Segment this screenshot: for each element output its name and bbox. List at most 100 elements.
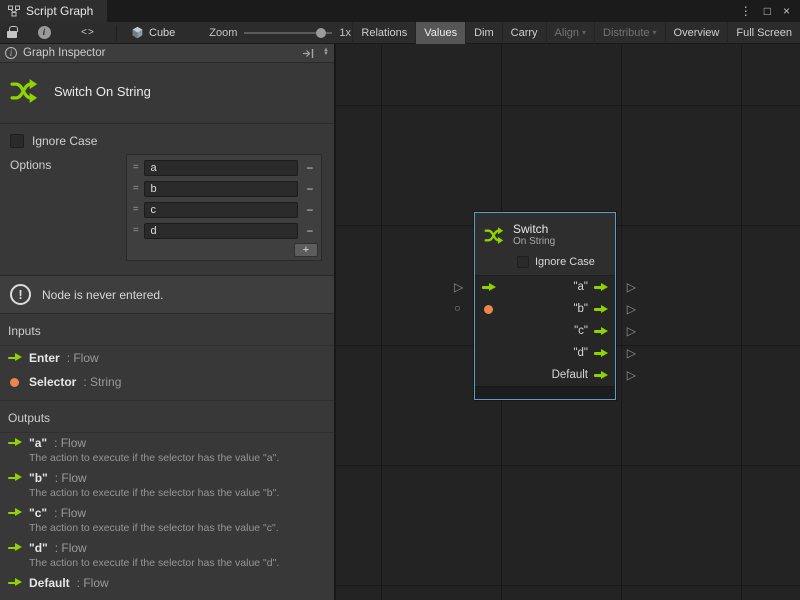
value-input-port-icon[interactable]: ○ — [454, 304, 461, 315]
flow-output-port-icon[interactable]: ▷ — [627, 325, 636, 337]
flow-output-port-icon[interactable]: ▷ — [627, 369, 636, 381]
flow-arrow-icon — [8, 438, 22, 448]
ignore-case-checkbox[interactable] — [517, 256, 529, 268]
zoom-slider-handle[interactable] — [316, 28, 326, 38]
tab-label: Script Graph — [26, 4, 93, 18]
carry-button[interactable]: Carry — [502, 22, 546, 44]
graph-target-button[interactable]: Cube — [125, 26, 181, 39]
output-description: The action to execute if the selector ha… — [29, 452, 326, 464]
dim-button[interactable]: Dim — [465, 22, 502, 44]
remove-option-button[interactable]: − — [300, 224, 319, 238]
switch-on-string-node[interactable]: Switch On String Ignore Case ▷ "a" ▷ ○ "… — [474, 212, 616, 400]
remove-option-button[interactable]: − — [300, 203, 319, 217]
option-input[interactable] — [144, 160, 298, 176]
graph-canvas[interactable]: Switch On String Ignore Case ▷ "a" ▷ ○ "… — [336, 44, 800, 600]
options-list: = − = − = − = − — [126, 154, 322, 261]
flow-arrow-icon — [594, 370, 608, 380]
outputs-list: "a" : Flow The action to execute if the … — [0, 433, 334, 600]
toolbar-separator — [116, 25, 117, 41]
output-port-row: "d" : Flow The action to execute if the … — [0, 538, 334, 573]
warning-text: Node is never entered. — [42, 288, 163, 302]
option-input[interactable] — [144, 202, 298, 218]
node-port-row[interactable]: Default ▷ — [475, 364, 615, 386]
window-controls: ⋮ □ × — [740, 0, 800, 22]
overview-button[interactable]: Overview — [665, 22, 728, 44]
add-option-button[interactable]: + — [294, 243, 318, 257]
ignore-case-row: Ignore Case — [0, 134, 334, 148]
zoom-value: 1x — [339, 27, 351, 39]
options-label: Options — [10, 154, 51, 172]
output-port-row: "b" : Flow The action to execute if the … — [0, 468, 334, 503]
values-button[interactable]: Values — [415, 22, 465, 44]
option-input[interactable] — [144, 181, 298, 197]
option-row: = − — [129, 199, 319, 220]
toolbar-buttons: Relations Values Dim Carry Align ▾ Distr… — [352, 22, 800, 44]
zoom-slider[interactable] — [244, 26, 332, 40]
tab-script-graph[interactable]: Script Graph — [0, 0, 107, 22]
flow-input-port-icon[interactable]: ▷ — [454, 281, 463, 293]
inspector-title: Graph Inspector — [23, 47, 105, 59]
node-port-row[interactable]: "d" ▷ — [475, 342, 615, 364]
outputs-header: Outputs — [0, 400, 334, 433]
flow-output-port-icon[interactable]: ▷ — [627, 303, 636, 315]
node-title: Switch — [513, 222, 555, 236]
ignore-case-label: Ignore Case — [32, 134, 97, 148]
flow-arrow-icon — [8, 508, 22, 518]
flow-output-port-icon[interactable]: ▷ — [627, 347, 636, 359]
value-port-icon — [484, 305, 493, 314]
flow-output-port-icon[interactable]: ▷ — [627, 281, 636, 293]
graph-toolbar: i <> Cube Zoom 1x Relations Values Dim — [0, 22, 800, 44]
option-input[interactable] — [144, 223, 298, 239]
node-port-row[interactable]: ▷ "a" ▷ — [475, 276, 615, 298]
remove-option-button[interactable]: − — [300, 161, 319, 175]
drag-handle-icon[interactable]: = — [129, 183, 142, 194]
chevron-down-icon: ▾ — [582, 28, 586, 37]
distribute-button[interactable]: Distribute ▾ — [594, 22, 664, 44]
flow-arrow-icon — [8, 543, 22, 553]
flow-arrow-icon — [594, 326, 608, 336]
input-port-row: Selector : String — [0, 370, 334, 394]
flow-arrow-icon — [8, 473, 22, 483]
drag-handle-icon[interactable]: = — [129, 204, 142, 215]
relations-button[interactable]: Relations — [352, 22, 415, 44]
node-header[interactable]: Switch On String — [475, 213, 615, 252]
graph-icon — [8, 5, 20, 17]
output-description: The action to execute if the selector ha… — [29, 557, 326, 569]
fullscreen-button[interactable]: Full Screen — [727, 22, 800, 44]
flow-arrow-icon — [594, 282, 608, 292]
cube-icon — [131, 26, 144, 39]
chevron-down-icon: ▾ — [653, 28, 657, 37]
inspector-scroll-arrows[interactable]: ▲ ▼ — [321, 49, 329, 56]
flow-arrow-icon — [8, 353, 22, 363]
zoom-label: Zoom — [209, 27, 237, 39]
ignore-case-label: Ignore Case — [535, 256, 595, 268]
options-section: Options = − = − = − = — [0, 148, 334, 261]
lock-button[interactable] — [0, 22, 24, 44]
close-icon[interactable]: × — [783, 4, 790, 18]
remove-option-button[interactable]: − — [300, 182, 319, 196]
align-button[interactable]: Align ▾ — [546, 22, 594, 44]
node-port-row[interactable]: ○ "b" ▷ — [475, 298, 615, 320]
zoom-control: Zoom 1x — [209, 26, 351, 40]
node-ignore-case-row: Ignore Case — [475, 252, 615, 276]
inputs-list: Enter : Flow Selector : String — [0, 346, 334, 394]
inspect-button[interactable]: i — [32, 22, 56, 44]
ignore-case-checkbox[interactable] — [10, 134, 24, 148]
dock-icon[interactable] — [302, 48, 315, 59]
maximize-icon[interactable]: □ — [764, 4, 771, 18]
target-label: Cube — [149, 27, 175, 39]
option-row: = − — [129, 178, 319, 199]
input-port-row: Enter : Flow — [0, 346, 334, 370]
align-label: Align — [555, 27, 579, 39]
title-bar: Script Graph ⋮ □ × — [0, 0, 800, 22]
option-row: = − — [129, 157, 319, 178]
scroll-down-icon[interactable]: ▼ — [323, 53, 329, 57]
menu-icon[interactable]: ⋮ — [740, 4, 752, 18]
flow-arrow-icon — [594, 304, 608, 314]
graph-inspector-panel: i Graph Inspector ▲ ▼ Switch On Stri — [0, 44, 335, 600]
code-view-button[interactable]: <> — [76, 22, 100, 44]
drag-handle-icon[interactable]: = — [129, 225, 142, 236]
drag-handle-icon[interactable]: = — [129, 162, 142, 173]
option-row: = − — [129, 220, 319, 241]
node-port-row[interactable]: "c" ▷ — [475, 320, 615, 342]
